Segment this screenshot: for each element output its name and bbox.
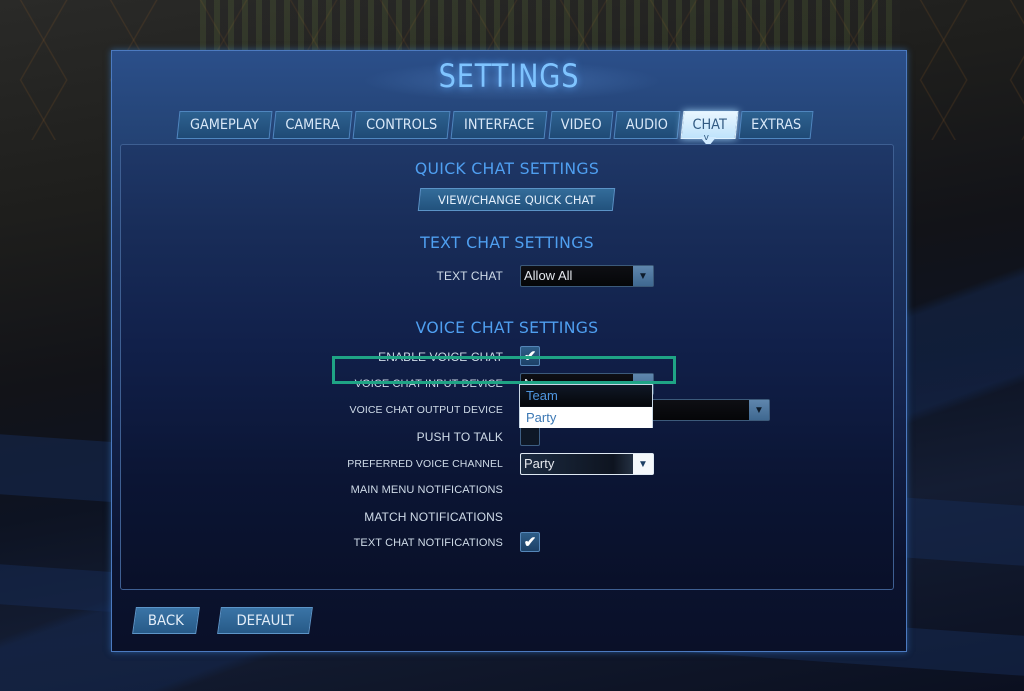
preferred-voice-channel-label: PREFERRED VOICE CHANNEL (347, 458, 503, 470)
enable-voice-chat-checkbox[interactable]: ✔ (520, 346, 540, 366)
chevron-down-icon: v (703, 133, 709, 143)
dropdown-value: Allow All (524, 268, 573, 283)
dropdown-option-team[interactable]: Team (520, 385, 652, 406)
preferred-voice-channel-dropdown[interactable]: Party ▼ (520, 453, 654, 475)
push-to-talk-row: PUSH TO TALK (121, 426, 893, 448)
button-label: BACK (147, 612, 185, 629)
checkmark-icon: ✔ (523, 348, 537, 365)
settings-tabs: GAMEPLAY CAMERA CONTROLS INTERFACE VIDEO… (176, 111, 815, 140)
tab-label: GAMEPLAY (189, 117, 259, 133)
tab-chat[interactable]: CHAT v (680, 111, 739, 139)
tab-label: INTERFACE (464, 117, 535, 133)
preferred-voice-channel-row: PREFERRED VOICE CHANNEL Party ▼ (121, 453, 893, 475)
arena-stands-background (200, 0, 900, 50)
dropdown-value: Party (524, 456, 555, 471)
quick-chat-heading: QUICK CHAT SETTINGS (414, 159, 600, 178)
button-label: DEFAULT (236, 612, 294, 629)
tab-controls[interactable]: CONTROLS (352, 111, 451, 139)
tab-camera[interactable]: CAMERA (272, 111, 353, 139)
output-device-row: VOICE CHAT OUTPUT DEVICE Default ▼ (121, 399, 893, 421)
text-chat-notifications-label: TEXT CHAT NOTIFICATIONS (353, 537, 503, 549)
button-label: VIEW/CHANGE QUICK CHAT (437, 192, 596, 207)
dropdown-option-party[interactable]: Party (520, 407, 652, 428)
tab-label: CHAT (692, 117, 727, 133)
checkmark-icon: ✔ (523, 534, 537, 551)
text-chat-notifications-checkbox[interactable]: ✔ (520, 532, 540, 552)
enable-voice-chat-row: ENABLE VOICE CHAT ✔ (121, 346, 893, 368)
text-chat-dropdown[interactable]: Allow All ▼ (520, 265, 654, 287)
match-notifications-row: MATCH NOTIFICATIONS (121, 506, 893, 528)
push-to-talk-checkbox[interactable] (520, 426, 540, 446)
tab-extras[interactable]: EXTRAS (738, 111, 815, 139)
output-device-label: VOICE CHAT OUTPUT DEVICE (349, 404, 503, 416)
tab-video[interactable]: VIDEO (548, 111, 614, 139)
chat-settings-panel: QUICK CHAT SETTINGS VIEW/CHANGE QUICK CH… (120, 144, 894, 590)
input-device-row: VOICE CHAT INPUT DEVICE None ▼ (121, 373, 893, 395)
tab-label: CAMERA (285, 117, 340, 133)
preferred-voice-channel-options: Team Party (519, 384, 653, 428)
push-to-talk-label: PUSH TO TALK (416, 430, 503, 444)
text-chat-heading: TEXT CHAT SETTINGS (420, 233, 594, 252)
text-chat-label: TEXT CHAT (436, 269, 503, 283)
input-device-label: VOICE CHAT INPUT DEVICE (354, 378, 503, 390)
tab-interface[interactable]: INTERFACE (450, 111, 549, 139)
match-notifications-label: MATCH NOTIFICATIONS (364, 510, 503, 524)
tab-gameplay[interactable]: GAMEPLAY (176, 111, 273, 139)
window-title: SETTINGS (438, 57, 580, 95)
main-menu-notifications-label: MAIN MENU NOTIFICATIONS (350, 484, 503, 496)
voice-chat-heading: VOICE CHAT SETTINGS (415, 318, 599, 337)
main-menu-notifications-row: MAIN MENU NOTIFICATIONS (121, 479, 893, 501)
tab-audio[interactable]: AUDIO (613, 111, 681, 139)
back-button[interactable]: BACK (132, 607, 200, 634)
chevron-down-icon[interactable]: ▼ (749, 400, 769, 420)
view-change-quick-chat-button[interactable]: VIEW/CHANGE QUICK CHAT (417, 188, 616, 211)
tab-label: EXTRAS (751, 117, 802, 133)
tab-label: VIDEO (560, 117, 602, 133)
tab-label: AUDIO (625, 117, 668, 133)
tab-label: CONTROLS (366, 117, 438, 133)
text-chat-notifications-row: TEXT CHAT NOTIFICATIONS ✔ (121, 532, 893, 554)
chevron-down-icon[interactable]: ▼ (633, 266, 653, 286)
chevron-down-icon[interactable]: ▼ (633, 454, 653, 474)
settings-window: SETTINGS GAMEPLAY CAMERA CONTROLS INTERF… (111, 50, 907, 652)
enable-voice-chat-label: ENABLE VOICE CHAT (378, 350, 503, 364)
default-button[interactable]: DEFAULT (217, 607, 313, 634)
text-chat-row: TEXT CHAT Allow All ▼ (121, 265, 893, 287)
